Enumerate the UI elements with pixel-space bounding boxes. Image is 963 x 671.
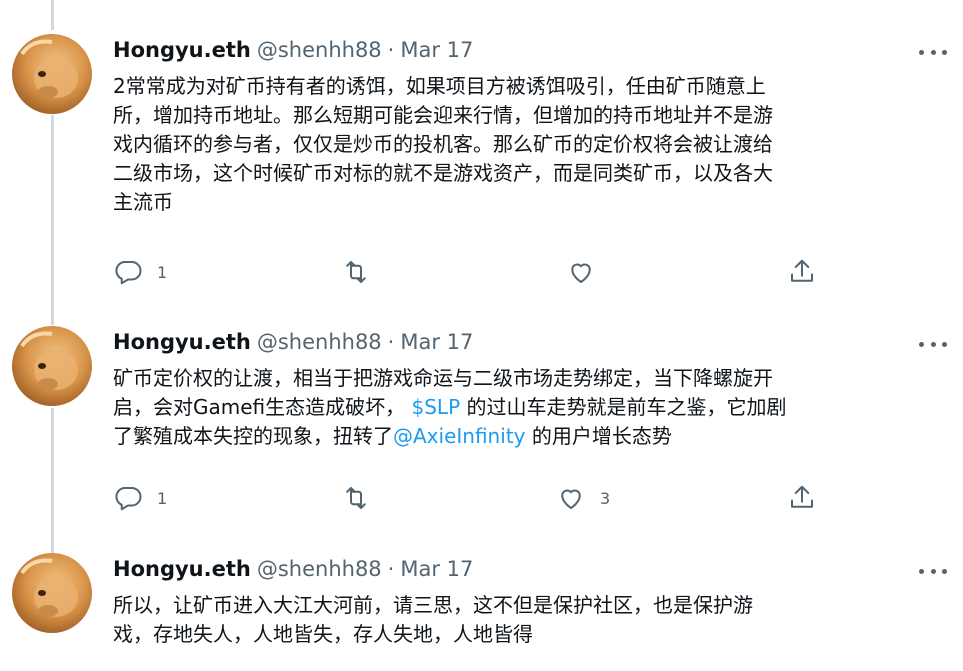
tweet-header: Hongyu.eth @shenhh88 · Mar 17 [113,38,473,68]
author-handle[interactable]: @shenhh88 [257,330,382,354]
share-icon [787,257,817,287]
share-button[interactable] [787,483,817,513]
author-name[interactable]: Hongyu.eth [113,557,251,581]
author-handle[interactable]: @shenhh88 [257,38,382,62]
tweet-date[interactable]: Mar 17 [400,330,473,354]
tweet[interactable]: Hongyu.eth @shenhh88 · Mar 17 2常常成为对矿币持有… [0,34,963,324]
tweet[interactable]: Hongyu.eth @shenhh88 · Mar 17 所以，让矿币进入大江… [0,553,963,671]
tweet-text-segment: 了繁殖成本失控的现象，扭转了 [113,424,393,448]
tweet[interactable]: Hongyu.eth @shenhh88 · Mar 17 矿币定价权的让渡，相… [0,326,963,546]
tweet-header: Hongyu.eth @shenhh88 · Mar 17 [113,557,473,587]
reply-count: 1 [157,262,168,282]
separator: · [387,38,395,62]
cashtag-link[interactable]: $SLP [412,395,461,419]
tweet-header: Hongyu.eth @shenhh88 · Mar 17 [113,330,473,360]
tweet-text-segment: 的用户增长态势 [525,424,672,448]
tweet-date[interactable]: Mar 17 [400,38,473,62]
like-count: 3 [600,488,611,508]
more-icon[interactable] [919,42,947,62]
tweet-text-segment: 所以，让矿币进入大江大河前，请三思，这不但是保护社区，也是保护游 [113,593,753,617]
avatar[interactable] [12,326,92,406]
tweet-text-segment: 的过山车走势就是前车之鉴，它加剧 [460,395,787,419]
retweet-button[interactable] [341,483,385,513]
like-button[interactable] [566,257,610,287]
like-button[interactable]: 3 [556,483,610,513]
tweet-text-segment: 矿币定价权的让渡，相当于把游戏命运与二级市场走势绑定，当下降螺旋开 [113,366,773,390]
like-icon [556,483,586,513]
reply-icon [113,483,143,513]
tweet-actions: 1 3 [113,483,833,513]
reply-button[interactable]: 1 [113,257,167,287]
tweet-text-segment: 主流币 [113,190,173,214]
separator: · [387,330,395,354]
tweet-actions: 1 [113,257,833,287]
author-handle[interactable]: @shenhh88 [257,557,382,581]
tweet-text-segment: 2常常成为对矿币持有者的诱饵，如果项目方被诱饵吸引，任由矿币随意上 [113,74,766,98]
reply-count: 1 [157,488,168,508]
reply-icon [113,257,143,287]
tweet-text-segment: 二级市场，这个时候矿币对标的就不是游戏资产，而是同类矿币，以及各大 [113,161,773,185]
author-name[interactable]: Hongyu.eth [113,330,251,354]
more-icon[interactable] [919,561,947,581]
avatar[interactable] [12,34,92,114]
thread-line [51,0,54,30]
tweet-text-segment: 所，增加持币地址。那么短期可能会迎来行情，但增加的持币地址并不是游 [113,103,773,127]
mention-link[interactable]: @AxieInfinity [393,424,525,448]
tweet-text: 2常常成为对矿币持有者的诱饵，如果项目方被诱饵吸引，任由矿币随意上 所，增加持币地… [113,72,943,217]
like-icon [566,257,596,287]
retweet-icon [341,257,371,287]
retweet-icon [341,483,371,513]
tweet-text: 矿币定价权的让渡，相当于把游戏命运与二级市场走势绑定，当下降螺旋开 启，会对Gam… [113,364,943,451]
retweet-button[interactable] [341,257,385,287]
share-button[interactable] [787,257,817,287]
share-icon [787,483,817,513]
avatar[interactable] [12,553,92,633]
tweet-text-segment: 启，会对Gamefi生态造成破坏， [113,395,412,419]
tweet-text-segment: 戏内循环的参与者，仅仅是炒币的投机客。那么矿币的定价权将会被让渡给 [113,132,773,156]
tweet-date[interactable]: Mar 17 [400,557,473,581]
reply-button[interactable]: 1 [113,483,167,513]
tweet-text-segment: 戏，存地失人，人地皆失，存人失地，人地皆得 [113,622,533,646]
tweet-text: 所以，让矿币进入大江大河前，请三思，这不但是保护社区，也是保护游 戏，存地失人，人… [113,591,943,649]
more-icon[interactable] [919,334,947,354]
separator: · [387,557,395,581]
author-name[interactable]: Hongyu.eth [113,38,251,62]
